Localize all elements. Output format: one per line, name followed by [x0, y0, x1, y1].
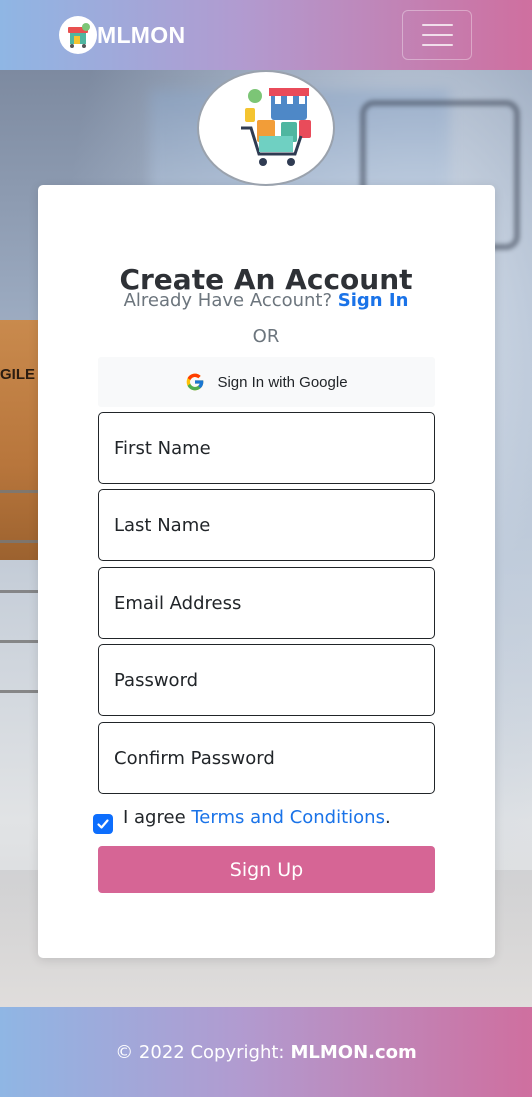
- confirm-password-input[interactable]: [98, 722, 435, 794]
- cart-wire: [0, 690, 40, 693]
- google-icon: [187, 373, 204, 391]
- google-signin-button[interactable]: Sign In with Google: [98, 357, 435, 407]
- terms-link[interactable]: Terms and Conditions: [191, 807, 385, 828]
- agree-suffix: .: [384, 806, 391, 828]
- navbar: MLMON: [0, 0, 532, 70]
- or-divider: OR: [252, 326, 280, 347]
- cart-wire: [0, 640, 40, 643]
- first-name-input[interactable]: [98, 412, 435, 484]
- sign-up-button[interactable]: Sign Up: [98, 846, 435, 893]
- google-button-label: Sign In with Google: [217, 373, 348, 391]
- shop-logo-icon: [59, 16, 97, 54]
- terms-agreement: I agree Terms and Conditions.: [93, 802, 391, 834]
- brand-link[interactable]: MLMON: [59, 15, 185, 55]
- last-name-input[interactable]: [98, 489, 435, 561]
- shopping-illustration: [197, 70, 335, 186]
- footer: © 2022 Copyright: MLMON.com: [0, 1007, 532, 1097]
- brand-name: MLMON: [97, 21, 186, 48]
- password-input[interactable]: [98, 644, 435, 716]
- agree-label: I agree Terms and Conditions.: [123, 807, 391, 828]
- already-account-text: Already Have Account?: [123, 290, 333, 311]
- footer-brand: MLMON.com: [290, 1041, 417, 1063]
- signin-prompt: Already Have Account? Sign In: [0, 290, 532, 311]
- cart-wire: [0, 490, 40, 493]
- sign-in-link[interactable]: Sign In: [338, 290, 409, 311]
- box-label: GILE: [0, 366, 36, 383]
- hamburger-menu-icon: [421, 24, 453, 26]
- copyright-text: © 2022 Copyright:: [115, 1041, 285, 1063]
- agree-checkbox[interactable]: [93, 814, 113, 834]
- email-address-input[interactable]: [98, 567, 435, 639]
- cart-wire: [0, 590, 40, 593]
- hamburger-menu-icon: [421, 44, 453, 46]
- cart-wire: [0, 540, 40, 543]
- menu-toggle-button[interactable]: [402, 10, 472, 60]
- checkmark-icon: [97, 819, 109, 829]
- agree-prefix: I agree: [123, 806, 186, 828]
- hamburger-menu-icon: [421, 34, 453, 36]
